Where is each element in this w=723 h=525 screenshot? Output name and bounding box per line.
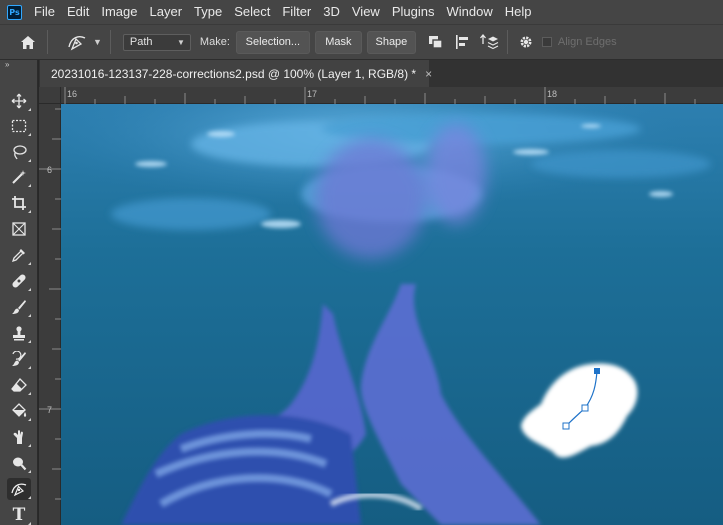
align-edges-option[interactable]: Align Edges [541,36,617,48]
divider [506,30,508,54]
make-mask-button[interactable]: Mask [314,30,362,54]
align-edges-checkbox[interactable] [541,37,552,47]
path-anchor-point[interactable] [562,422,570,430]
collapse-panel-icon[interactable]: » [0,60,37,72]
divider [109,30,111,54]
ruler-label: 16 [67,89,78,99]
chevron-down-icon: ▼ [93,37,102,47]
eraser-tool[interactable] [7,374,31,396]
make-label: Make: [199,36,230,48]
menu-select[interactable]: Select [228,0,276,24]
smudge-icon [13,430,23,444]
document-canvas[interactable] [61,104,723,525]
magic-wand-tool[interactable] [7,166,31,188]
menu-type[interactable]: Type [188,0,228,24]
make-selection-button[interactable]: Selection... [235,30,310,54]
tool-preset-picker[interactable]: ▼ [66,33,102,51]
ruler-ticks [64,87,696,104]
stamp-icon [13,326,25,341]
marquee-tool[interactable] [7,115,31,137]
brush-icon [12,300,26,314]
divider [47,30,48,54]
menu-view[interactable]: View [346,0,386,24]
curvature-pen-icon [68,36,86,51]
type-tool[interactable]: T [7,504,31,525]
marquee-icon [11,119,27,133]
tool-mode-value: Path [129,36,153,48]
chevron-down-icon: ▼ [177,37,185,47]
lasso-icon [13,145,27,160]
document-tab-strip: 20231016-123137-228-corrections2.psd @ 1… [39,60,723,87]
options-bar: ▼ Path ▼ Make: Selection... Mask Shape A… [0,24,723,60]
menu-help[interactable]: Help [499,0,538,24]
document-tab[interactable]: 20231016-123137-228-corrections2.psd @ 1… [40,60,432,87]
make-shape-button[interactable]: Shape [366,30,416,54]
paint-bucket-tool[interactable] [7,400,31,422]
horizontal-ruler[interactable]: 16 17 18 [61,87,723,104]
type-icon: T [12,505,26,525]
dodge-icon [13,457,27,471]
menu-3d[interactable]: 3D [317,0,346,24]
menu-file[interactable]: File [34,0,61,24]
lasso-tool[interactable] [7,141,31,163]
history-brush-icon [12,351,26,366]
smudge-tool[interactable] [7,426,31,448]
pen-tool[interactable] [7,478,31,500]
menu-plugins[interactable]: Plugins [386,0,441,24]
home-icon[interactable] [17,31,39,53]
eyedropper-tool[interactable] [7,244,31,266]
move-icon [11,93,27,109]
menu-layer[interactable]: Layer [144,0,189,24]
photoshop-logo[interactable]: Ps [7,4,22,20]
align-edges-label: Align Edges [557,36,617,48]
healing-brush-tool[interactable] [7,270,31,292]
crop-icon [12,196,26,210]
ruler-label: 18 [547,89,558,99]
path-anchor-point[interactable] [594,368,600,374]
ruler-label: 17 [307,89,318,99]
eyedropper-icon [11,249,25,263]
paint-bucket-icon [12,403,27,417]
ruler-corner [39,87,61,104]
path-arrangement-icon[interactable] [479,32,499,52]
path-operations-icon[interactable] [426,32,446,52]
vertical-ruler[interactable]: 6 7 [39,104,61,525]
dodge-tool[interactable] [7,452,31,474]
clone-stamp-tool[interactable] [7,322,31,344]
path-alignment-icon[interactable] [453,32,473,52]
document-title: 20231016-123137-228-corrections2.psd @ 1… [51,66,417,81]
brush-tool[interactable] [7,296,31,318]
menu-filter[interactable]: Filter [276,0,317,24]
tool-mode-select[interactable]: Path ▼ [122,33,191,51]
close-icon[interactable]: × [425,67,432,81]
bandage-icon [12,274,26,288]
magic-wand-icon [12,170,26,184]
crop-tool[interactable] [7,192,31,214]
curvature-pen-icon [11,483,27,497]
ruler-label: 6 [47,165,53,175]
menu-image[interactable]: Image [95,0,143,24]
history-brush-tool[interactable] [7,348,31,370]
move-tool[interactable] [7,90,31,112]
eraser-icon [11,378,27,392]
underwater-photo [61,104,723,525]
frame-tool[interactable] [7,218,31,240]
menu-edit[interactable]: Edit [61,0,95,24]
ruler-label: 7 [47,405,53,415]
menu-window[interactable]: Window [440,0,498,24]
tools-panel: » T [0,60,38,525]
menu-bar: Ps File Edit Image Layer Type Select Fil… [0,0,723,24]
frame-icon [12,222,26,236]
path-anchor-point[interactable] [581,404,589,412]
gear-icon[interactable] [516,32,536,52]
